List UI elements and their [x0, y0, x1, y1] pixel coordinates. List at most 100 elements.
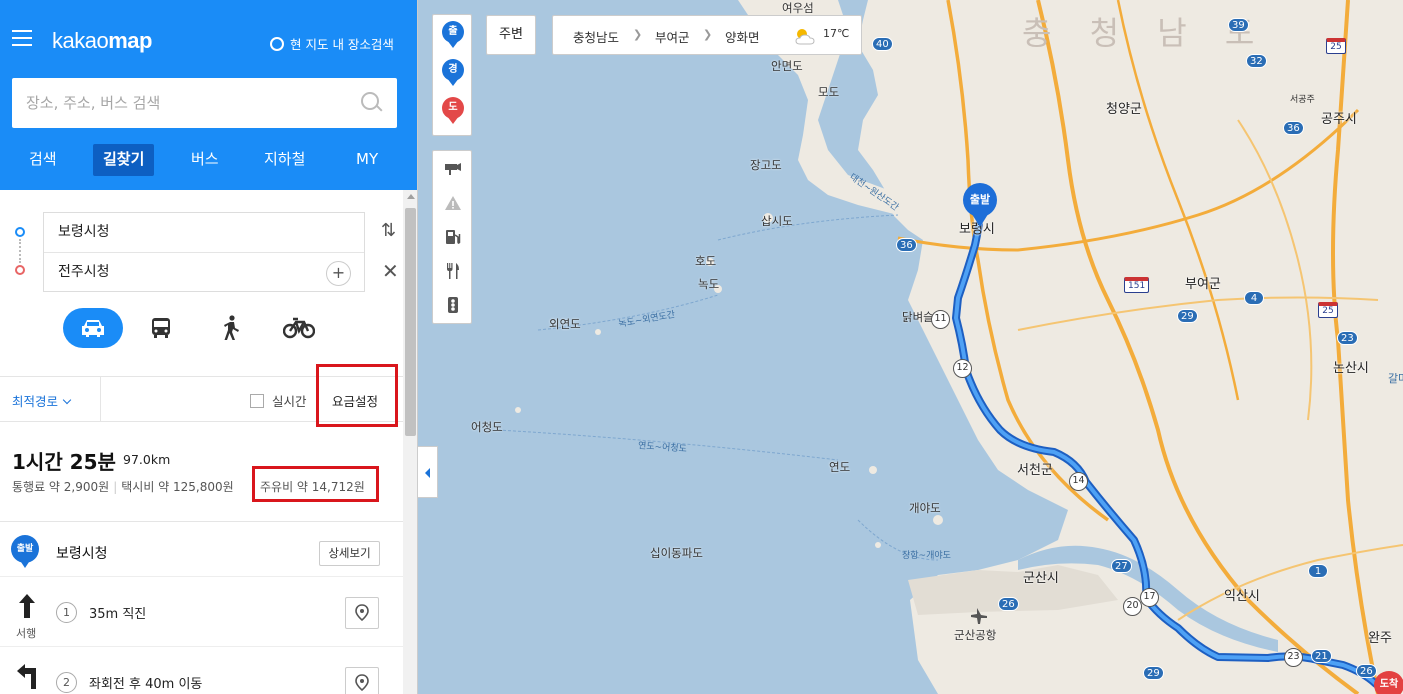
route-shield: 1	[1308, 564, 1328, 578]
tab-my[interactable]: MY	[356, 144, 378, 176]
highlight-box	[252, 466, 379, 502]
radio-icon[interactable]	[270, 36, 284, 51]
add-waypoint-button[interactable]: +	[326, 261, 351, 286]
end-marker[interactable]: 도착	[1374, 671, 1403, 694]
place-label: 십이동파도	[650, 546, 703, 560]
route-shield: 29	[1177, 309, 1198, 323]
direction-label: 서행	[16, 627, 37, 640]
place-label: 여우섬	[782, 1, 814, 15]
search-box	[12, 78, 397, 128]
route-shield: 27	[1111, 559, 1132, 573]
mode-car-button[interactable]	[63, 308, 123, 348]
mode-bike-button[interactable]	[281, 308, 317, 348]
destination-pin-tool[interactable]: 도	[442, 97, 464, 127]
tab-search[interactable]: 검색	[29, 144, 57, 176]
divider	[100, 377, 101, 421]
turn-left-icon	[17, 664, 36, 689]
area-search-label: 현 지도 내 장소검색	[290, 37, 394, 52]
location-pin-button[interactable]	[345, 597, 379, 629]
place-label: 완주	[1368, 631, 1392, 646]
place-label: 어청도	[471, 420, 503, 434]
place-label: 청양군	[1106, 102, 1142, 117]
tab-bus[interactable]: 버스	[191, 144, 219, 176]
transport-modes	[0, 308, 400, 352]
place-label: 갈마	[1388, 372, 1403, 385]
place-label: 장고도	[750, 158, 782, 172]
panel-collapse-button[interactable]	[418, 446, 438, 498]
breadcrumb-province[interactable]: 충청남도	[573, 27, 619, 46]
route-shield: 25	[1326, 38, 1346, 54]
map-view[interactable]: 충 청 남 도 여우섬 안면도 모도 장고도 삽시도 호도 녹도 외연도 어청도…	[418, 0, 1403, 694]
list-item[interactable]: 서행 1 35m 직진	[0, 577, 403, 647]
destination-field[interactable]: 전주시청	[44, 252, 364, 291]
route-shield: 151	[1124, 277, 1150, 293]
route-pin-tools: 출 경 도	[432, 14, 472, 136]
place-label: 서공주	[1290, 95, 1315, 105]
travel-distance: 97.0km	[123, 452, 171, 467]
realtime-checkbox[interactable]: 실시간	[250, 391, 307, 410]
waypoint-pin-tool[interactable]: 경	[442, 59, 464, 89]
travel-time: 1시간 25분	[12, 450, 116, 474]
route-shield: 23	[1337, 331, 1358, 345]
location-pin-button[interactable]	[345, 667, 379, 694]
breadcrumb-town[interactable]: 양화면	[725, 27, 760, 46]
scroll-up-icon[interactable]	[407, 194, 415, 199]
car-icon	[82, 320, 104, 337]
kakao-map-app: kakaomap 현 지도 내 장소검색 검색 길찾기 버스 지하철 MY	[0, 0, 1403, 694]
map-tools	[432, 150, 472, 324]
restaurant-icon[interactable]	[443, 261, 463, 281]
start-marker[interactable]: 출발	[963, 183, 997, 229]
area-search-toggle[interactable]: 현 지도 내 장소검색	[270, 34, 394, 53]
route-shield: 4	[1244, 291, 1264, 305]
route-option-dropdown[interactable]: 최적경로	[12, 391, 72, 410]
scroll-thumb[interactable]	[405, 208, 416, 436]
place-label: 군산공항	[954, 628, 997, 642]
route-connector	[19, 239, 21, 263]
close-icon[interactable]: ✕	[382, 259, 399, 283]
traffic-light-icon[interactable]	[443, 295, 463, 315]
destination-dot-icon	[15, 265, 25, 275]
route-shield: 25	[1318, 302, 1338, 318]
scrollbar[interactable]	[403, 190, 417, 694]
chevron-down-icon	[62, 395, 72, 405]
route-shield: 26	[998, 597, 1019, 611]
taxi-fare: 택시비 약 125,800원	[121, 480, 234, 494]
route-shield: 39	[1228, 18, 1249, 32]
swap-icon[interactable]: ⇅	[381, 220, 396, 241]
mode-walk-button[interactable]	[216, 308, 246, 348]
directions-body: 보령시청 전주시청 + ⇅ ✕ 최적경로 실시간 요금설정 1시간 25분 97…	[0, 190, 417, 694]
route-shield: 11	[931, 310, 950, 329]
cost-line: 통행료 약 2,900원 | 택시비 약 125,800원	[12, 478, 234, 495]
tab-subway[interactable]: 지하철	[264, 144, 305, 176]
route-shield: 32	[1246, 54, 1267, 68]
place-label: 삽시도	[761, 214, 793, 228]
around-button[interactable]: 주변	[486, 15, 536, 55]
cctv-icon[interactable]	[443, 159, 463, 179]
separator: |	[113, 480, 118, 494]
origin-field[interactable]: 보령시청	[44, 213, 364, 252]
checkbox-icon[interactable]	[250, 393, 264, 408]
place-label: 공주시	[1321, 112, 1357, 127]
gas-station-icon[interactable]	[443, 227, 463, 247]
origin-pin-tool[interactable]: 출	[442, 21, 464, 51]
list-item[interactable]: 2 좌회전 후 40m 이동	[0, 647, 403, 694]
detail-view-button[interactable]: 상세보기	[319, 541, 380, 566]
breadcrumb-county[interactable]: 부여군	[655, 27, 690, 46]
realtime-label: 실시간	[272, 394, 307, 409]
tab-directions[interactable]: 길찾기	[93, 144, 155, 176]
route-shield: 14	[1069, 472, 1088, 491]
kakaomap-logo[interactable]: kakaomap	[52, 28, 152, 54]
search-icon[interactable]	[361, 92, 383, 114]
search-input[interactable]	[26, 94, 361, 112]
region-breadcrumb: 충청남도 ❯ 부여군 ❯ 양화면 17℃	[552, 15, 862, 55]
location-icon	[355, 674, 369, 692]
menu-icon[interactable]	[12, 30, 32, 48]
mode-bus-button[interactable]	[146, 308, 176, 348]
place-label: 호도	[695, 254, 717, 268]
place-label: 외연도	[549, 317, 581, 331]
warning-icon[interactable]	[443, 193, 463, 213]
route-shield: 36	[1283, 121, 1304, 135]
step-number: 1	[56, 602, 77, 623]
route-shield: 40	[872, 37, 893, 51]
place-label: 논산시	[1333, 361, 1369, 376]
